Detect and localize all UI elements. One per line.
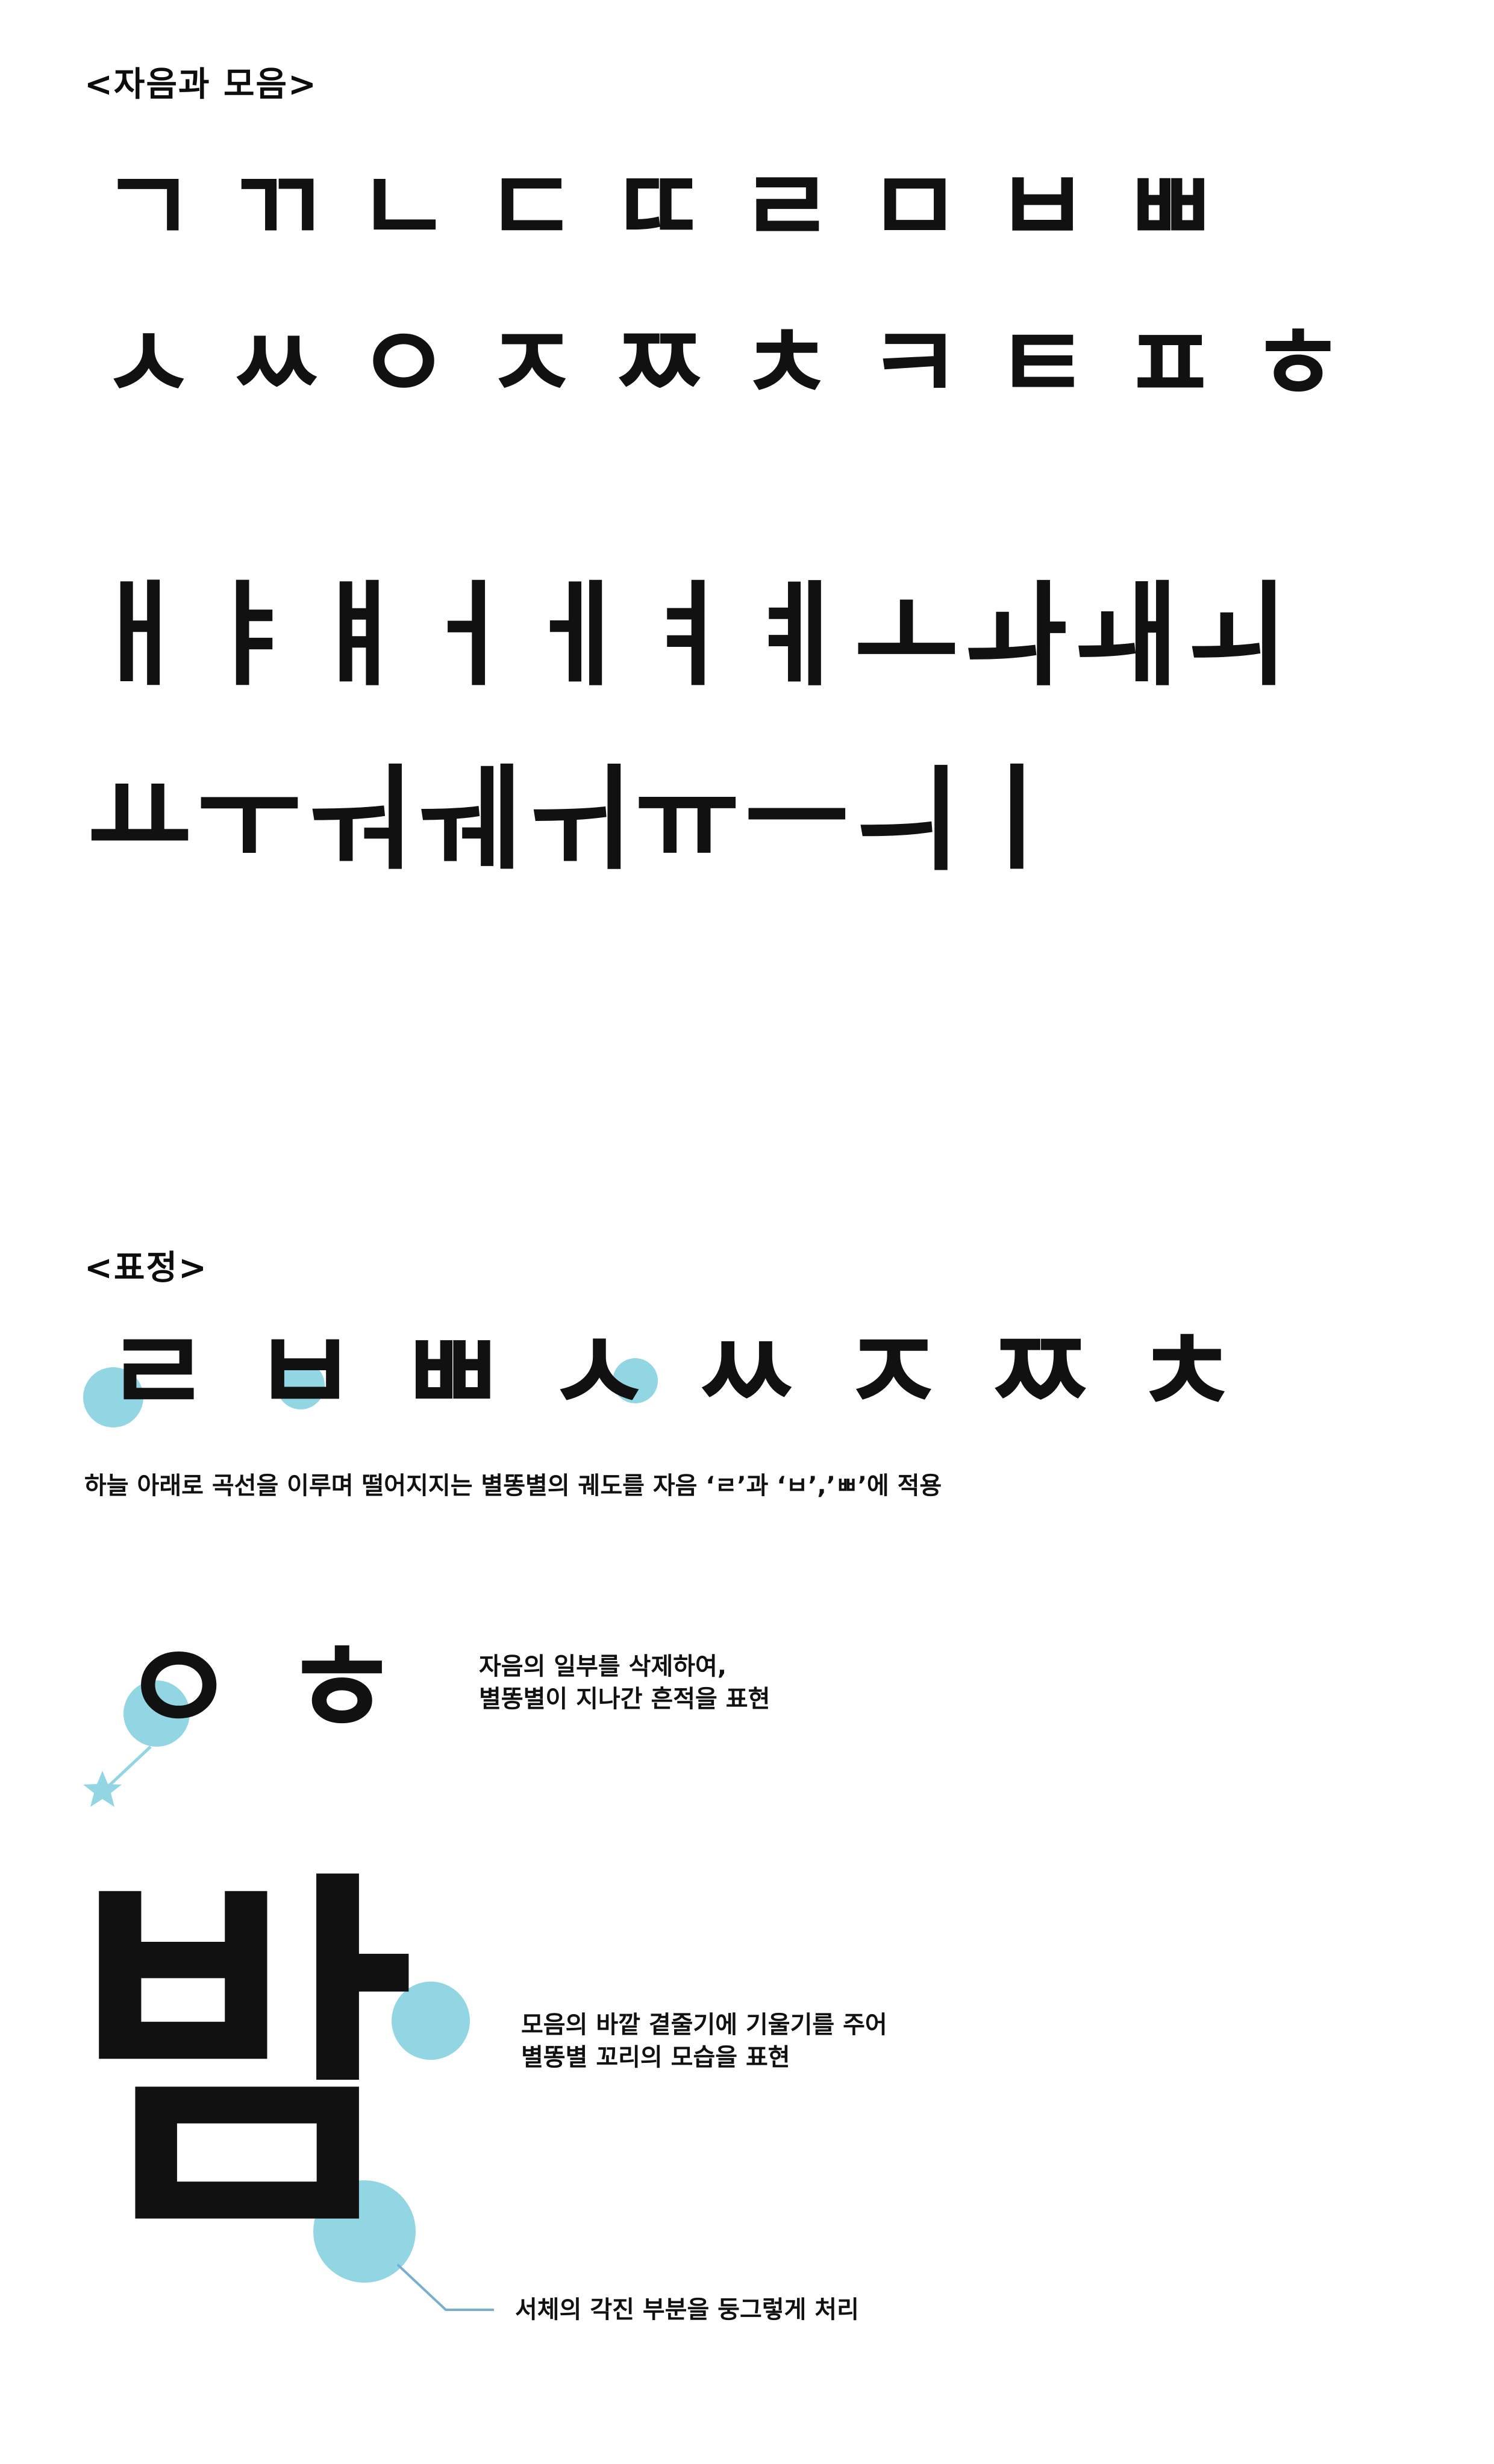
expression-glyph: ㅂ — [252, 1306, 358, 1439]
caption-tail-line2: 별똥별 꼬리의 모습을 표현 — [521, 2044, 790, 2071]
caption-trace: 자음의 일부를 삭제하여, 별똥별이 지나간 흔적을 표현 — [479, 1650, 770, 1715]
big-syllable: 밤 — [72, 1842, 416, 2277]
caption-round: 서체의 각진 부분을 둥그렇게 처리 — [515, 2296, 859, 2324]
expression-glyph: ㄹ — [83, 1316, 231, 1430]
consonant-glyph: ㅃ — [1122, 148, 1217, 267]
vowel-glyph: ㅒ — [305, 569, 411, 702]
expression-glyph-row: ㄹ ㅂ ㅃ ㅅ ㅆ ㅈ ㅉ ㅊ — [83, 1306, 1260, 1439]
oh-glyph: ㅇ — [120, 1615, 237, 1763]
expression-glyph: ㅉ — [987, 1306, 1093, 1439]
vowel-glyph: ㅔ — [525, 569, 631, 702]
expression-glyph: ㅈ — [840, 1306, 946, 1439]
consonant-glyph: ㄸ — [611, 148, 707, 267]
vowel-glyph: ㅜ — [196, 752, 302, 885]
vowel-glyph: ㅠ — [634, 752, 740, 885]
expression-glyph: ㅅ — [525, 1316, 672, 1430]
consonant-glyph: ㅇ — [356, 305, 451, 424]
consonant-glyph: ㅁ — [867, 148, 962, 267]
vowel-row-1: ㅐ ㅑ ㅒ ㅓ ㅔ ㅕ ㅖ ㅗ ㅘ ㅙ ㅚ — [84, 578, 1290, 693]
caption-trace-line2: 별똥별이 지나간 흔적을 표현 — [479, 1685, 770, 1713]
vowel-glyph: ㅓ — [415, 569, 521, 702]
vowel-glyph: ㅣ — [963, 752, 1069, 885]
section-heading-expression: <표정> — [84, 1249, 208, 1288]
vowel-glyph: ㅙ — [1073, 569, 1179, 702]
consonant-glyph: ㄷ — [484, 148, 579, 267]
caption-tail-line1: 모음의 바깥 곁줄기에 기울기를 주어 — [521, 2011, 887, 2039]
oh-glyph: ㅎ — [283, 1615, 400, 1763]
consonant-glyph: ㅍ — [1122, 305, 1217, 424]
consonant-glyph: ㅅ — [101, 305, 196, 424]
expression-glyph: ㅆ — [693, 1306, 799, 1439]
consonant-glyph: ㄲ — [228, 148, 323, 267]
consonant-row-1: ㄱ ㄲ ㄴ ㄷ ㄸ ㄹ ㅁ ㅂ ㅃ — [84, 157, 1234, 259]
consonant-glyph: ㅋ — [867, 305, 962, 424]
caption-tail: 모음의 바깥 곁줄기에 기울기를 주어 별똥별 꼬리의 모습을 표현 — [521, 2009, 887, 2074]
star-icon — [83, 1771, 122, 1807]
consonant-glyph: ㅂ — [995, 148, 1090, 267]
vowel-glyph: ㅢ — [854, 752, 960, 885]
vowel-glyph: ㅡ — [744, 752, 850, 885]
consonant-glyph: ㅌ — [995, 305, 1090, 424]
consonant-glyph: ㅆ — [228, 305, 323, 424]
vowel-glyph: ㅞ — [415, 752, 521, 885]
consonant-glyph: ㅈ — [484, 305, 579, 424]
vowel-glyph: ㅝ — [305, 752, 411, 885]
vowel-glyph: ㅖ — [744, 569, 850, 702]
vowel-glyph: ㅛ — [86, 752, 192, 885]
vowel-glyph: ㅕ — [634, 569, 740, 702]
consonant-glyph: ㅎ — [1250, 305, 1345, 424]
expression-glyph: ㅊ — [1134, 1306, 1240, 1439]
vowel-glyph: ㅟ — [525, 752, 631, 885]
vowel-row-2: ㅛ ㅜ ㅝ ㅞ ㅟ ㅠ ㅡ ㅢ ㅣ — [84, 762, 1071, 876]
vowel-glyph: ㅐ — [86, 569, 192, 702]
oh-sample: ㅇ ㅎ — [78, 1614, 440, 1813]
caption-trajectory: 하늘 아래로 곡선을 이루며 떨어지지는 별똥별의 궤도를 자음 ‘ㄹ’과 ‘ㅂ… — [84, 1472, 942, 1500]
caption-trace-line1: 자음의 일부를 삭제하여, — [479, 1653, 727, 1680]
consonant-glyph: ㅉ — [611, 305, 707, 424]
expression-glyph: ㅃ — [399, 1306, 505, 1439]
consonant-glyph: ㅊ — [739, 305, 834, 424]
consonant-glyph: ㄹ — [739, 148, 834, 267]
vowel-glyph: ㅑ — [196, 569, 302, 702]
vowel-glyph: ㅚ — [1183, 569, 1289, 702]
consonant-row-2: ㅅ ㅆ ㅇ ㅈ ㅉ ㅊ ㅋ ㅌ ㅍ ㅎ — [84, 313, 1361, 416]
consonant-glyph: ㄴ — [356, 148, 451, 267]
vowel-glyph: ㅗ — [854, 569, 960, 702]
vowel-glyph: ㅘ — [963, 569, 1069, 702]
section-heading-consonants-vowels: <자음과 모음> — [84, 65, 317, 104]
consonant-glyph: ㄱ — [101, 148, 196, 267]
